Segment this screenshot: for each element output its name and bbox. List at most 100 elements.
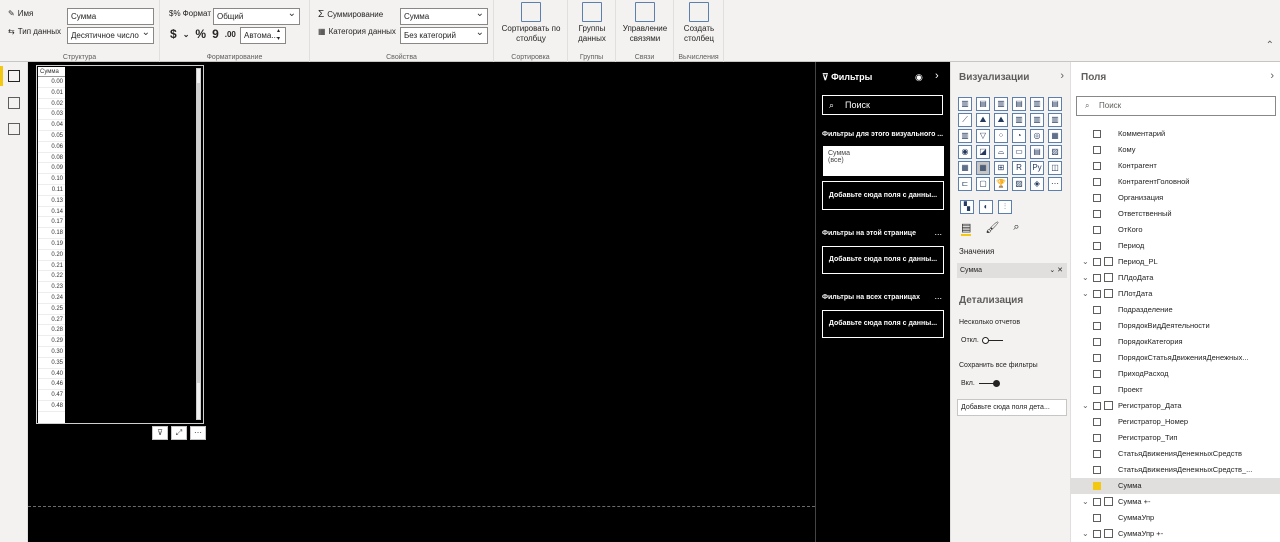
add-field-all-dropzone[interactable]: Добавьте сюда поля с данны... [822,310,944,338]
field-checkbox[interactable] [1093,210,1101,218]
field-checkbox[interactable] [1093,226,1101,234]
field-item[interactable]: Подразделение [1071,302,1280,318]
field-item[interactable]: ПриходРасход [1071,366,1280,382]
data-groups-button[interactable]: Группы данных [568,2,616,44]
field-checkbox[interactable] [1093,306,1101,314]
field-checkbox[interactable] [1093,354,1101,362]
focus-mode-icon[interactable]: ⤢ [171,426,187,440]
manage-relationships-button[interactable]: Управление связями [616,2,674,44]
expand-chevron-icon[interactable]: ⌄ [1082,526,1089,542]
field-item[interactable]: СуммаУпр [1071,510,1280,526]
comma-button[interactable]: 9 [212,27,219,41]
field-checkbox[interactable] [1093,338,1101,346]
visual-type-icon[interactable]: 🏆 [994,177,1008,191]
table-cell[interactable]: 0.11 [38,185,65,196]
visual-type-icon[interactable]: ◫ [1048,161,1062,175]
field-item[interactable]: ⌄ ПЛотДата [1071,286,1280,302]
table-cell[interactable]: 0.08 [38,153,65,164]
table-scrollbar-thumb[interactable] [197,83,200,383]
table-cell[interactable]: 0.14 [38,207,65,218]
visual-type-icon[interactable]: Py [1030,161,1044,175]
add-field-visual-dropzone[interactable]: Добавьте сюда поля с данны... [822,181,944,210]
field-checkbox[interactable] [1093,514,1101,522]
field-item[interactable]: ⌄ ПЛдоДата [1071,270,1280,286]
field-item[interactable]: ПорядокВидДеятельности [1071,318,1280,334]
visual-type-icon[interactable]: ◔ [1012,129,1026,143]
table-header[interactable]: Сумма [38,67,65,77]
visual-type-icon[interactable]: ▥ [1048,113,1062,127]
eye-icon[interactable]: ◉ [915,72,923,83]
field-item[interactable]: Ответственный [1071,206,1280,222]
visual-type-icon[interactable]: ⁘ [994,129,1008,143]
table-cell[interactable]: 0.48 [38,401,65,412]
visual-type-icon[interactable]: ⌓ [994,145,1008,159]
field-checkbox[interactable] [1093,322,1101,330]
fields-search-input[interactable]: ⌕ Поиск [1076,96,1276,116]
field-item[interactable]: ПорядокКатегория [1071,334,1280,350]
field-checkbox[interactable] [1093,130,1101,138]
currency-dropdown-icon[interactable]: ⌄ [183,30,190,39]
table-cell[interactable]: 0.06 [38,142,65,153]
visualizations-collapse-icon[interactable]: › [1060,70,1064,82]
table-cell[interactable]: 0.21 [38,261,65,272]
summarization-select[interactable]: Сумма [400,6,488,25]
field-item[interactable]: Проект [1071,382,1280,398]
table-scrollbar[interactable] [196,68,201,420]
expand-chevron-icon[interactable]: ⌄ [1082,398,1089,414]
field-item[interactable]: ⌄ Регистратор_Дата [1071,398,1280,414]
visual-type-icon[interactable]: ▦ [1048,129,1062,143]
table-cell[interactable]: 0.09 [38,163,65,175]
visual-type-icon[interactable]: ⊏ [958,177,972,191]
page-filters-more-icon[interactable]: ... [934,227,942,237]
format-tab-icon[interactable]: 🖌 [985,221,999,236]
table-visual[interactable]: Сумма 0.00 0.01 0.02 0.03 0.04 0.05 0.06 0.08 0.… [36,65,204,424]
field-item[interactable]: Сумма [1071,478,1280,494]
field-item[interactable]: Контрагент [1071,158,1280,174]
currency-button[interactable]: $ [170,27,177,41]
table-cell[interactable]: 0.25 [38,304,65,315]
field-item[interactable]: Кому [1071,142,1280,158]
table-cell[interactable]: 0.29 [38,336,65,347]
field-checkbox[interactable] [1093,466,1101,474]
field-checkbox[interactable] [1093,194,1101,202]
visual-type-icon[interactable]: ▤ [1048,97,1062,111]
filter-card[interactable]: Сумма (все) [823,146,944,176]
values-field-remove-icon[interactable]: ⌄ ✕ [1049,263,1063,278]
expand-chevron-icon[interactable]: ⌄ [1082,254,1089,270]
visual-type-icon[interactable]: ▥ [1012,113,1026,127]
visual-type-icon[interactable]: ⋯ [1048,177,1062,191]
field-item[interactable]: Регистратор_Тип [1071,430,1280,446]
report-canvas[interactable]: Сумма 0.00 0.01 0.02 0.03 0.04 0.05 0.06 0.08 0.… [28,62,815,542]
field-checkbox[interactable] [1093,290,1101,298]
table-cell[interactable]: 0.19 [38,239,65,250]
datatype-select[interactable]: Десятичное число [67,25,154,44]
decimals-button[interactable]: .00 [225,30,236,39]
report-view-icon[interactable] [8,70,20,82]
field-item[interactable]: ⌄ СуммаУпр +- [1071,526,1280,542]
table-cell[interactable]: 0.05 [38,131,65,142]
field-checkbox[interactable] [1093,386,1101,394]
more-options-icon[interactable]: ⋯ [190,426,206,440]
field-checkbox[interactable] [1093,418,1101,426]
all-pages-filters-more-icon[interactable]: ... [934,291,942,301]
field-checkbox[interactable] [1093,258,1101,266]
visual-type-icon[interactable]: ▦ [958,161,972,175]
table-cell[interactable]: 0.22 [38,271,65,283]
custom-visual-icon[interactable]: ⫶ [998,200,1012,214]
table-cell[interactable]: 0.28 [38,325,65,337]
table-cell[interactable]: 0.27 [38,315,65,326]
filters-collapse-icon[interactable]: › [935,70,939,82]
filter-icon[interactable]: ⊽ [152,426,168,440]
visual-type-icon[interactable]: ▥ [994,97,1008,111]
name-input[interactable]: Сумма [67,8,154,25]
table-cell[interactable]: 0.00 [38,77,65,88]
expand-chevron-icon[interactable]: ⌄ [1082,494,1089,510]
table-cell[interactable]: 0.01 [38,88,65,99]
visual-type-icon[interactable]: ▤ [976,97,990,111]
field-checkbox[interactable] [1093,274,1101,282]
table-cell[interactable]: 0.23 [38,282,65,293]
category-select[interactable]: Без категорий [400,25,488,44]
visual-type-icon[interactable]: ▨ [1012,177,1026,191]
analytics-tab-icon[interactable]: ⌕ [1013,221,1019,236]
visual-type-icon[interactable]: ▽ [976,129,990,143]
